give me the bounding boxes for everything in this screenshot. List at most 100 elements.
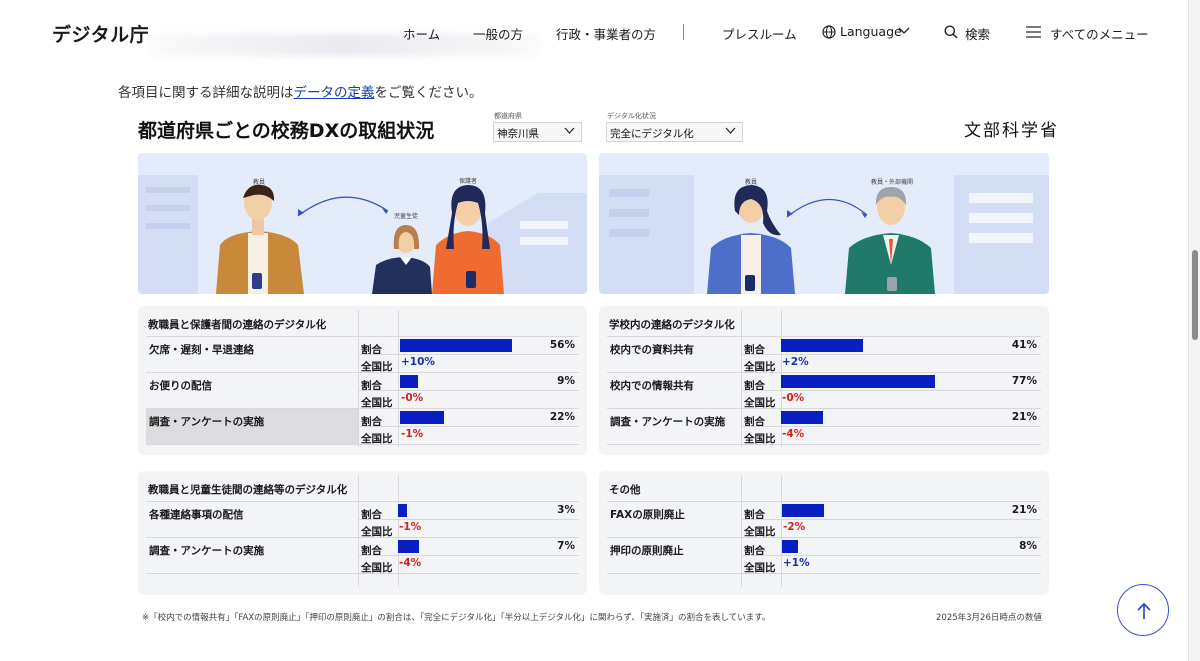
ministry-logo: 文部科学省	[964, 121, 1059, 141]
card-title: その他	[609, 484, 641, 496]
row-item-name: 校内での情報共有	[610, 380, 694, 392]
table-column-divider	[741, 475, 742, 587]
national-compare-value: -0%	[401, 392, 424, 404]
hamburger-menu-icon	[1026, 26, 1041, 38]
illustration-teacher-parent: 教員 保護者 児童生徒	[138, 153, 587, 294]
search-button[interactable]: 検索	[965, 24, 990, 43]
ratio-bar	[781, 339, 863, 352]
ratio-bar	[400, 411, 444, 424]
table-subrow-divider	[741, 519, 1041, 520]
nav-press[interactable]: プレスルーム	[722, 24, 797, 43]
chevron-down-icon	[725, 127, 736, 134]
dashboard-title: 都道府県ごとの校務DXの取組状況	[138, 120, 435, 142]
ratio-value: 21%	[1011, 504, 1037, 516]
chevron-down-icon	[898, 27, 910, 34]
national-compare-value: +1%	[783, 557, 810, 569]
row-item-name: 押印の原則廃止	[610, 545, 684, 557]
national-compare-value: -1%	[399, 521, 422, 533]
intro-text: 各項目に関する詳細な説明はデータの定義をご覧ください。	[118, 81, 483, 101]
ratio-value: 77%	[1011, 375, 1037, 387]
table-row-divider	[146, 444, 579, 445]
as-of-date: 2025年3月26日時点の数値	[936, 613, 1042, 623]
dx-card: 教職員と保護者間の連絡のデジタル化 欠席・遅刻・早退連絡 割合 全国比 56% +10% お…	[138, 306, 587, 455]
dx-card: その他 FAXの原則廃止 割合 全国比 21% -2% 押印の原則廃止 割合 全国比 8% +1%	[599, 471, 1049, 595]
intro-after: をご覧ください。	[374, 85, 483, 101]
card-title: 学校内の連絡のデジタル化	[609, 319, 735, 331]
ratio-bar	[398, 540, 419, 553]
ratio-value: 41%	[1011, 339, 1037, 351]
chevron-down-icon	[564, 127, 575, 134]
national-compare-value: -0%	[782, 392, 805, 404]
label-parent: 保護者	[459, 178, 478, 185]
ratio-bar	[782, 504, 824, 517]
status-label: デジタル化状況	[607, 112, 656, 120]
national-compare-value: -1%	[401, 428, 424, 440]
globe-icon	[822, 25, 836, 39]
ratio-value: 9%	[557, 375, 575, 387]
row-item-name: 欠席・遅刻・早退連絡	[149, 344, 254, 356]
status-value: 完全にデジタル化	[610, 128, 694, 140]
label-teacher: 教員	[253, 179, 266, 186]
national-compare-value: -4%	[399, 557, 422, 569]
page-scrollbar[interactable]	[1188, 0, 1200, 661]
ratio-bar	[781, 375, 935, 388]
language-button[interactable]: Language	[840, 24, 902, 39]
table-row-divider	[607, 444, 1041, 445]
prefecture-label: 都道府県	[494, 112, 522, 120]
footnote: ※「校内での情報共有」「FAXの原則廃止」「押印の原則廃止」の割合は、「完全にデ…	[142, 613, 771, 623]
all-menu-button[interactable]: すべてのメニュー	[1050, 24, 1149, 43]
row-item-name: 調査・アンケートの実施	[610, 416, 726, 428]
table-column-divider	[781, 475, 782, 587]
table-row-divider	[607, 573, 1041, 574]
ratio-bar	[782, 540, 798, 553]
ratio-value: 3%	[557, 504, 575, 516]
national-compare-value: -4%	[782, 428, 805, 440]
prefecture-select[interactable]: 神奈川県	[493, 122, 582, 142]
table-row-divider	[146, 573, 579, 574]
site-logo[interactable]: デジタル庁	[52, 20, 149, 47]
table-subrow-divider	[358, 390, 579, 391]
row-item-name: お便りの配信	[149, 380, 212, 392]
ratio-value: 22%	[549, 411, 575, 423]
scrollbar-thumb[interactable]	[1192, 250, 1198, 340]
card-title: 教職員と児童生徒間の連絡等のデジタル化	[148, 484, 348, 496]
prefecture-value: 神奈川県	[497, 128, 539, 140]
site-header: デジタル庁 ホーム 一般の方 行政・事業者の方 プレスルーム Language …	[0, 0, 1188, 64]
table-subrow-divider	[741, 390, 1041, 391]
dx-card: 教職員と児童生徒間の連絡等のデジタル化 各種連絡事項の配信 割合 全国比 3% -1% 調査…	[138, 471, 587, 595]
table-subrow-divider	[741, 555, 1041, 556]
table-column-divider	[358, 475, 359, 587]
ratio-value: 8%	[1019, 540, 1037, 552]
ratio-bar	[398, 504, 407, 517]
national-compare-value: -2%	[783, 521, 806, 533]
ratio-bar	[400, 375, 418, 388]
dx-card: 学校内の連絡のデジタル化 校内での資料共有 割合 全国比 41% +2% 校内での情報共有割…	[599, 306, 1049, 455]
label-student: 児童生徒	[394, 213, 419, 220]
back-to-top-button[interactable]	[1117, 584, 1169, 636]
row-item-name: 調査・アンケートの実施	[149, 545, 265, 557]
row-item-name: FAXの原則廃止	[610, 509, 685, 521]
nav-home[interactable]: ホーム	[403, 24, 440, 43]
table-subrow-divider	[741, 426, 1041, 427]
nav-general[interactable]: 一般の方	[473, 24, 523, 43]
ratio-bar	[400, 339, 512, 352]
table-subrow-divider	[741, 354, 1041, 355]
status-select[interactable]: 完全にデジタル化	[606, 122, 743, 142]
arrow-up-icon	[1137, 602, 1151, 619]
national-compare-value: +10%	[401, 356, 435, 368]
table-subrow-divider	[358, 354, 579, 355]
data-definition-link[interactable]: データの定義	[294, 85, 375, 101]
label-teacher: 教員	[745, 179, 758, 186]
ratio-value: 56%	[549, 339, 575, 351]
card-title: 教職員と保護者間の連絡のデジタル化	[148, 319, 327, 331]
national-compare-value: +2%	[782, 356, 809, 368]
intro-before: 各項目に関する詳細な説明は	[118, 85, 294, 101]
row-item-name: 調査・アンケートの実施	[146, 409, 358, 444]
nav-business[interactable]: 行政・事業者の方	[556, 24, 656, 43]
illustration-teacher-external: 教員 教員・外部機関	[599, 153, 1049, 294]
ratio-bar	[781, 411, 823, 424]
nav-divider	[683, 24, 684, 40]
label-external: 教員・外部機関	[871, 179, 914, 186]
ratio-value: 7%	[557, 540, 575, 552]
ratio-value: 21%	[1011, 411, 1037, 423]
